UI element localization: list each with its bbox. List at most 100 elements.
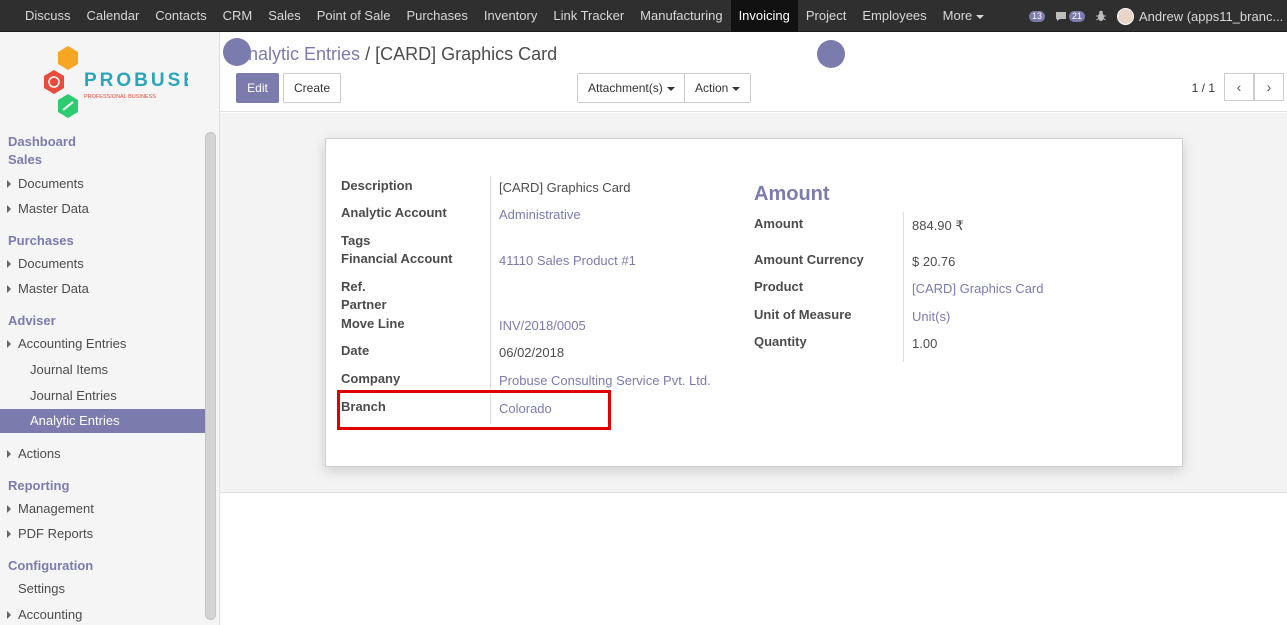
sidebar-item-management[interactable]: Management — [0, 497, 205, 521]
branch-highlight-box — [337, 390, 611, 430]
pager-next-button[interactable]: › — [1254, 73, 1284, 101]
analytic-account-link[interactable]: Administrative — [499, 207, 581, 222]
chevron-down-icon — [732, 86, 741, 91]
menu-discuss[interactable]: Discuss — [17, 0, 79, 32]
sidebar-section-adviser: Adviser — [8, 313, 56, 328]
menu-project[interactable]: Project — [798, 0, 854, 32]
menu-manufacturing[interactable]: Manufacturing — [632, 0, 730, 32]
menu-contacts[interactable]: Contacts — [147, 0, 214, 32]
sidebar-item-journal-entries[interactable]: Journal Entries — [0, 384, 205, 408]
date-label: Date — [341, 343, 370, 358]
field-divider — [903, 212, 904, 362]
sidebar-item-accounting[interactable]: Accounting — [0, 603, 205, 625]
company-logo: PROBUSE PROFESSIONAL BUSINESS — [44, 46, 188, 118]
menu-purchases[interactable]: Purchases — [398, 0, 475, 32]
date-value: 06/02/2018 — [499, 345, 565, 360]
control-panel: Analytic Entries / [CARD] Graphics Card … — [220, 32, 1287, 112]
sidebar-section-dashboard[interactable]: Dashboard — [8, 134, 76, 149]
menu-sales[interactable]: Sales — [260, 0, 309, 32]
sidebar-section-sales: Sales — [8, 152, 42, 167]
quantity-label: Quantity — [754, 334, 807, 349]
user-name: Andrew (apps11_branc... — [1139, 8, 1284, 24]
menu-inventory[interactable]: Inventory — [476, 0, 545, 32]
sidebar-section-reporting: Reporting — [8, 478, 70, 493]
action-label: Action — [695, 81, 729, 95]
financial-account-link[interactable]: 41110 Sales Product #1 — [499, 253, 636, 268]
pager-value[interactable]: 1 / 1 — [1192, 81, 1215, 95]
unit-of-measure-label: Unit of Measure — [754, 307, 852, 322]
amount-value: 884.90 ₹ — [912, 218, 964, 233]
sidebar-item-sales-master-data[interactable]: Master Data — [0, 197, 205, 221]
chevron-right-icon: › — [1266, 79, 1272, 95]
avatar — [1117, 7, 1134, 25]
quantity-value: 1.00 — [912, 336, 938, 351]
menu-point-of-sale[interactable]: Point of Sale — [309, 0, 399, 32]
sidebar: PROBUSE PROFESSIONAL BUSINESS Dashboard … — [0, 32, 220, 625]
sidebar-item-purchases-master-data[interactable]: Master Data — [0, 277, 205, 301]
chevron-down-icon — [666, 86, 675, 91]
company-link[interactable]: Probuse Consulting Service Pvt. Ltd. — [499, 373, 711, 388]
breadcrumb-current: [CARD] Graphics Card — [375, 44, 558, 64]
financial-account-label: Financial Account — [341, 251, 453, 266]
menu-invoicing[interactable]: Invoicing — [730, 0, 798, 32]
sidebar-item-journal-items[interactable]: Journal Items — [0, 358, 205, 382]
menu-link-tracker[interactable]: Link Tracker — [545, 0, 632, 32]
logo-wordmark: PROBUSE — [84, 70, 188, 91]
messaging-button[interactable]: 21 — [1055, 10, 1085, 22]
menu-crm[interactable]: CRM — [215, 0, 261, 32]
ref-label: Ref. — [341, 279, 366, 294]
drop-marker — [223, 38, 251, 66]
move-line-label: Move Line — [341, 316, 405, 331]
amount-label: Amount — [754, 216, 804, 231]
amount-currency-value: $ 20.76 — [912, 254, 956, 269]
logo-tagline: PROFESSIONAL BUSINESS — [84, 94, 156, 100]
sidebar-section-configuration: Configuration — [8, 558, 94, 573]
chat-count-badge: 21 — [1068, 10, 1085, 22]
chevron-left-icon: ‹ — [1236, 79, 1242, 95]
pager-previous-button[interactable]: ‹ — [1224, 73, 1254, 101]
bug-icon — [1096, 10, 1106, 21]
description-label: Description — [341, 178, 413, 193]
description-value: [CARD] Graphics Card — [499, 180, 631, 195]
sidebar-item-analytic-entries[interactable]: Analytic Entries — [0, 409, 205, 433]
menu-more-label: More — [942, 8, 973, 23]
sidebar-section-purchases: Purchases — [8, 233, 74, 248]
activity-button[interactable]: 13 — [1027, 10, 1045, 22]
drop-marker — [817, 40, 845, 68]
tags-label: Tags — [341, 233, 371, 248]
edit-button[interactable]: Edit — [236, 73, 279, 103]
sidebar-scrollbar[interactable] — [205, 132, 216, 620]
sidebar-item-accounting-entries[interactable]: Accounting Entries — [0, 332, 205, 356]
breadcrumb-parent-link[interactable]: Analytic Entries — [236, 44, 360, 64]
breadcrumb-separator: / — [365, 44, 371, 64]
chevron-down-icon — [976, 14, 985, 19]
action-dropdown[interactable]: Action — [684, 73, 751, 103]
move-line-link[interactable]: INV/2018/0005 — [499, 318, 586, 333]
company-label: Company — [341, 371, 401, 386]
partner-label: Partner — [341, 297, 387, 312]
product-label: Product — [754, 279, 804, 294]
sidebar-item-pdf-reports[interactable]: PDF Reports — [0, 522, 205, 546]
unit-of-measure-link[interactable]: Unit(s) — [912, 309, 950, 324]
amount-group-title: Amount — [754, 183, 830, 205]
sidebar-item-sales-documents[interactable]: Documents — [0, 172, 205, 196]
chat-icon — [1055, 11, 1066, 21]
debug-button[interactable] — [1095, 10, 1107, 22]
breadcrumb: Analytic Entries / [CARD] Graphics Card — [236, 44, 557, 65]
user-menu[interactable]: Andrew (apps11_branc... — [1117, 7, 1287, 25]
product-link[interactable]: [CARD] Graphics Card — [912, 281, 1043, 296]
amount-currency-label: Amount Currency — [754, 252, 864, 267]
activity-count-badge: 13 — [1028, 10, 1045, 22]
field-divider — [490, 176, 491, 424]
menu-calendar[interactable]: Calendar — [79, 0, 148, 32]
attachments-label: Attachment(s) — [588, 81, 663, 95]
top-navbar: Discuss Calendar Contacts CRM Sales Poin… — [0, 0, 1287, 32]
sidebar-item-settings[interactable]: Settings — [0, 577, 205, 601]
app-menu: Discuss Calendar Contacts CRM Sales Poin… — [17, 0, 992, 32]
create-button[interactable]: Create — [283, 73, 341, 103]
sidebar-item-actions[interactable]: Actions — [0, 442, 205, 466]
menu-employees[interactable]: Employees — [854, 0, 934, 32]
sidebar-item-purchases-documents[interactable]: Documents — [0, 252, 205, 276]
attachments-dropdown[interactable]: Attachment(s) — [577, 73, 685, 103]
menu-more[interactable]: More — [935, 0, 993, 32]
